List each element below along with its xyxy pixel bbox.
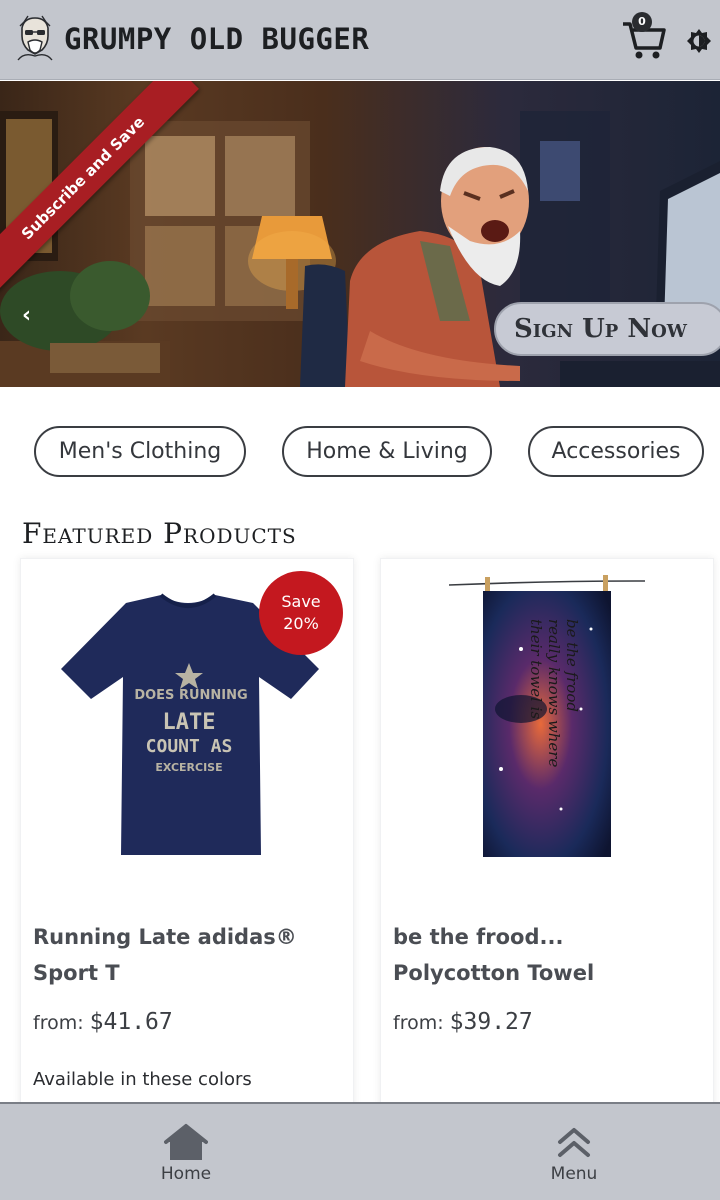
category-home-living[interactable]: Home & Living (282, 426, 492, 477)
shirt-text-line1: DOES RUNNING (134, 688, 247, 703)
price-amount: $41.67 (89, 1009, 173, 1035)
featured-products-title: Featured Products (22, 517, 297, 550)
top-header: GRUMPY OLD BUGGER 0 (0, 0, 720, 80)
product-card-frood-towel[interactable]: be the frood really knows where their to… (380, 558, 714, 1118)
price-amount: $39.27 (449, 1009, 533, 1035)
towel-text-line3: their towel is (527, 619, 545, 719)
save-badge: Save 20% (259, 571, 343, 655)
towel-image[interactable]: be the frood really knows where their to… (381, 559, 715, 889)
bottom-navigation: Home Menu (0, 1102, 720, 1200)
chevron-up-double-icon (558, 1128, 590, 1157)
price-prefix: from: (393, 1012, 444, 1034)
available-colors-label: Available in these colors (33, 1069, 252, 1090)
towel-text-line2: really knows where (545, 619, 563, 767)
towel-text-line1: be the frood (563, 619, 581, 712)
product-title[interactable]: be the frood... Polycotton Towel (393, 919, 693, 991)
brightness-icon[interactable] (686, 28, 712, 54)
product-card-running-late[interactable]: DOES RUNNING LATE COUNT AS EXCERCISE Sav… (20, 558, 354, 1118)
category-accessories[interactable]: Accessories (528, 426, 704, 477)
grumpy-face-logo-icon[interactable] (14, 14, 56, 62)
product-price: from: $41.67 (33, 1009, 173, 1035)
nav-menu-label: Menu (550, 1164, 598, 1184)
product-price: from: $39.27 (393, 1009, 533, 1035)
nav-menu[interactable]: Menu (504, 1118, 644, 1198)
shirt-text-line2: LATE (163, 710, 216, 735)
home-icon (164, 1124, 208, 1160)
carousel-prev-icon[interactable]: ‹ (22, 303, 31, 328)
shirt-text-line3: COUNT AS (146, 736, 233, 757)
category-mens-clothing[interactable]: Men's Clothing (34, 426, 246, 477)
save-badge-line1: Save (281, 592, 321, 611)
nav-home-label: Home (160, 1164, 212, 1184)
nav-home[interactable]: Home (116, 1118, 256, 1198)
price-prefix: from: (33, 1012, 84, 1034)
sign-up-button[interactable]: Sign Up Now (494, 302, 720, 356)
cart-count-badge: 0 (632, 12, 652, 32)
product-title[interactable]: Running Late adidas® Sport T (33, 919, 333, 991)
brand-title[interactable]: GRUMPY OLD BUGGER (64, 22, 369, 56)
shirt-text-line4: EXCERCISE (155, 761, 222, 774)
save-badge-line2: 20% (283, 614, 319, 633)
